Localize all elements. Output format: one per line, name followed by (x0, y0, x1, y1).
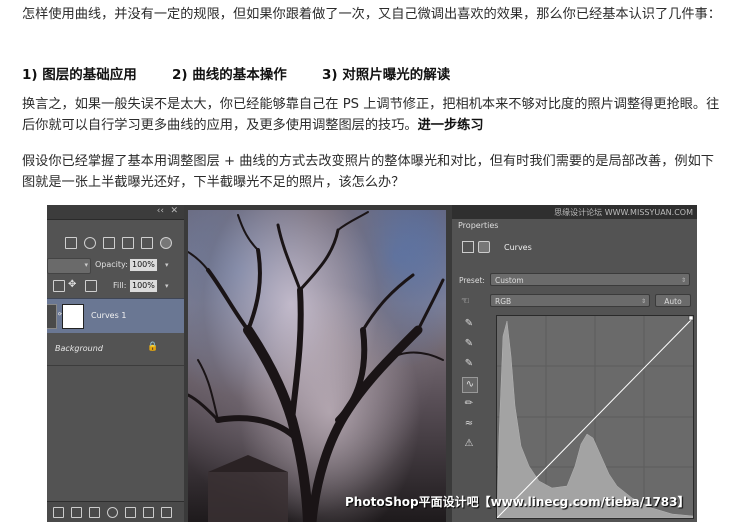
add-mask-icon[interactable] (89, 507, 100, 518)
lock-position-icon[interactable]: ✥ (68, 279, 76, 290)
opacity-label: Opacity: (95, 260, 128, 269)
summary-paragraph: 换言之，如果一般失误不是太大，你已经能够靠自己在 PS 上调节修正，把相机本来不… (22, 94, 727, 136)
fill-label: Fill: (113, 281, 127, 290)
link-layers-icon[interactable] (53, 507, 64, 518)
tab-properties[interactable]: Properties (452, 219, 505, 233)
preset-value: Custom (495, 276, 524, 285)
properties-tabstrip: 思缘设计论坛 WWW.MISSYUAN.COM (452, 205, 697, 219)
photo-watermark: PhotoShop平面设计吧【www.linecg.com/tieba/1783… (345, 495, 690, 509)
filter-toggle-icon[interactable] (160, 237, 172, 249)
filter-smart-icon[interactable] (141, 237, 153, 249)
fill-input[interactable]: 100% (129, 279, 158, 293)
photoshop-screenshot: ‹‹ ✕ ▾ Opacity: 100% ▾ ✥ Fill: 100% ▾ Cu… (47, 205, 697, 522)
smooth-icon[interactable]: ≈ (462, 417, 476, 431)
black-eyedropper-icon[interactable]: ✎ (462, 317, 476, 331)
curve-edit-icon[interactable]: ∿ (462, 377, 478, 393)
pencil-icon[interactable]: ✏ (462, 397, 476, 411)
curves-graph[interactable] (496, 315, 694, 519)
close-icon[interactable]: ✕ (170, 206, 178, 216)
layer-filter-row (47, 233, 184, 251)
preset-label: Preset: (459, 276, 485, 285)
preset-select[interactable]: Custom ⇕ (490, 273, 690, 286)
problem-paragraph: 假设你已经掌握了基本用调整图层 + 曲线的方式去改变照片的整体曝光和对比，但有时… (22, 154, 714, 190)
forum-watermark: 思缘设计论坛 WWW.MISSYUAN.COM (554, 208, 693, 217)
clipping-warning-icon[interactable]: ⚠ (462, 437, 476, 451)
lock-pixels-icon[interactable] (53, 280, 65, 292)
filter-adjust-icon[interactable] (84, 237, 96, 249)
cherry-tree-photo (188, 210, 446, 522)
layer-row-curves[interactable]: ⚯ Curves 1 (47, 298, 184, 334)
chevron-down-icon: ⇕ (680, 277, 686, 284)
layers-tabbar: ‹‹ ✕ (47, 205, 184, 220)
properties-panel: 思缘设计论坛 WWW.MISSYUAN.COM Properties Curve… (452, 205, 697, 522)
adjustment-header: Curves (462, 241, 532, 253)
filter-pixel-icon[interactable] (65, 237, 77, 249)
layer-name-curves: Curves 1 (91, 311, 127, 320)
layer-name-background: Background (55, 344, 103, 353)
point-3: 3) 对照片曝光的解读 (322, 67, 451, 83)
mask-icon[interactable] (478, 241, 490, 253)
filter-type-icon[interactable] (103, 237, 115, 249)
lock-icon: 🔒 (147, 342, 159, 352)
point-1: 1) 图层的基础应用 (22, 67, 137, 83)
auto-button[interactable]: Auto (655, 294, 691, 307)
adjustment-name: Curves (504, 243, 532, 252)
fx-icon[interactable] (71, 507, 82, 518)
collapse-icon[interactable]: ‹‹ (157, 206, 164, 216)
channel-select[interactable]: RGB ⇕ (490, 294, 650, 307)
chevron-down-icon: ⇕ (640, 298, 646, 305)
point-2: 2) 曲线的基本操作 (172, 67, 287, 83)
blend-mode-select[interactable]: ▾ (47, 258, 91, 274)
blend-row: ▾ Opacity: 100% ▾ (47, 256, 184, 274)
fill-dropdown-icon[interactable]: ▾ (165, 282, 169, 290)
new-adjustment-icon[interactable] (107, 507, 118, 518)
layers-panel: ‹‹ ✕ ▾ Opacity: 100% ▾ ✥ Fill: 100% ▾ Cu… (47, 205, 184, 522)
tree-branches (188, 211, 445, 522)
histogram-and-curve (496, 315, 694, 519)
opacity-input[interactable]: 100% (129, 258, 158, 272)
further-practice-heading: 进一步练习 (417, 118, 484, 133)
adjustment-thumbnail (47, 304, 57, 329)
hand-tool-icon[interactable]: ☜ (461, 296, 470, 307)
new-layer-icon[interactable] (143, 507, 154, 518)
channel-value: RGB (495, 297, 512, 306)
filter-shape-icon[interactable] (122, 237, 134, 249)
layers-footer (47, 501, 184, 522)
intro-paragraph: 怎样使用曲线，并没有一定的规限，但如果你跟着做了一次，又自己微调出喜欢的效果，那… (22, 7, 721, 22)
summary-text: 换言之，如果一般失误不是太大，你已经能够靠自己在 PS 上调节修正，把相机本来不… (22, 97, 720, 133)
white-eyedropper-icon[interactable]: ✎ (462, 357, 476, 371)
gray-eyedropper-icon[interactable]: ✎ (462, 337, 476, 351)
lock-row: ✥ Fill: 100% ▾ (47, 277, 184, 295)
layer-mask-thumbnail[interactable] (62, 304, 84, 329)
lock-all-icon[interactable] (85, 280, 97, 292)
opacity-dropdown-icon[interactable]: ▾ (165, 261, 169, 269)
delete-layer-icon[interactable] (161, 507, 172, 518)
curves-adjustment-icon (462, 241, 474, 253)
layer-row-background[interactable]: Background 🔒 (47, 333, 184, 366)
new-group-icon[interactable] (125, 507, 136, 518)
key-points: 1) 图层的基础应用 2) 曲线的基本操作 3) 对照片曝光的解读 (22, 63, 450, 83)
